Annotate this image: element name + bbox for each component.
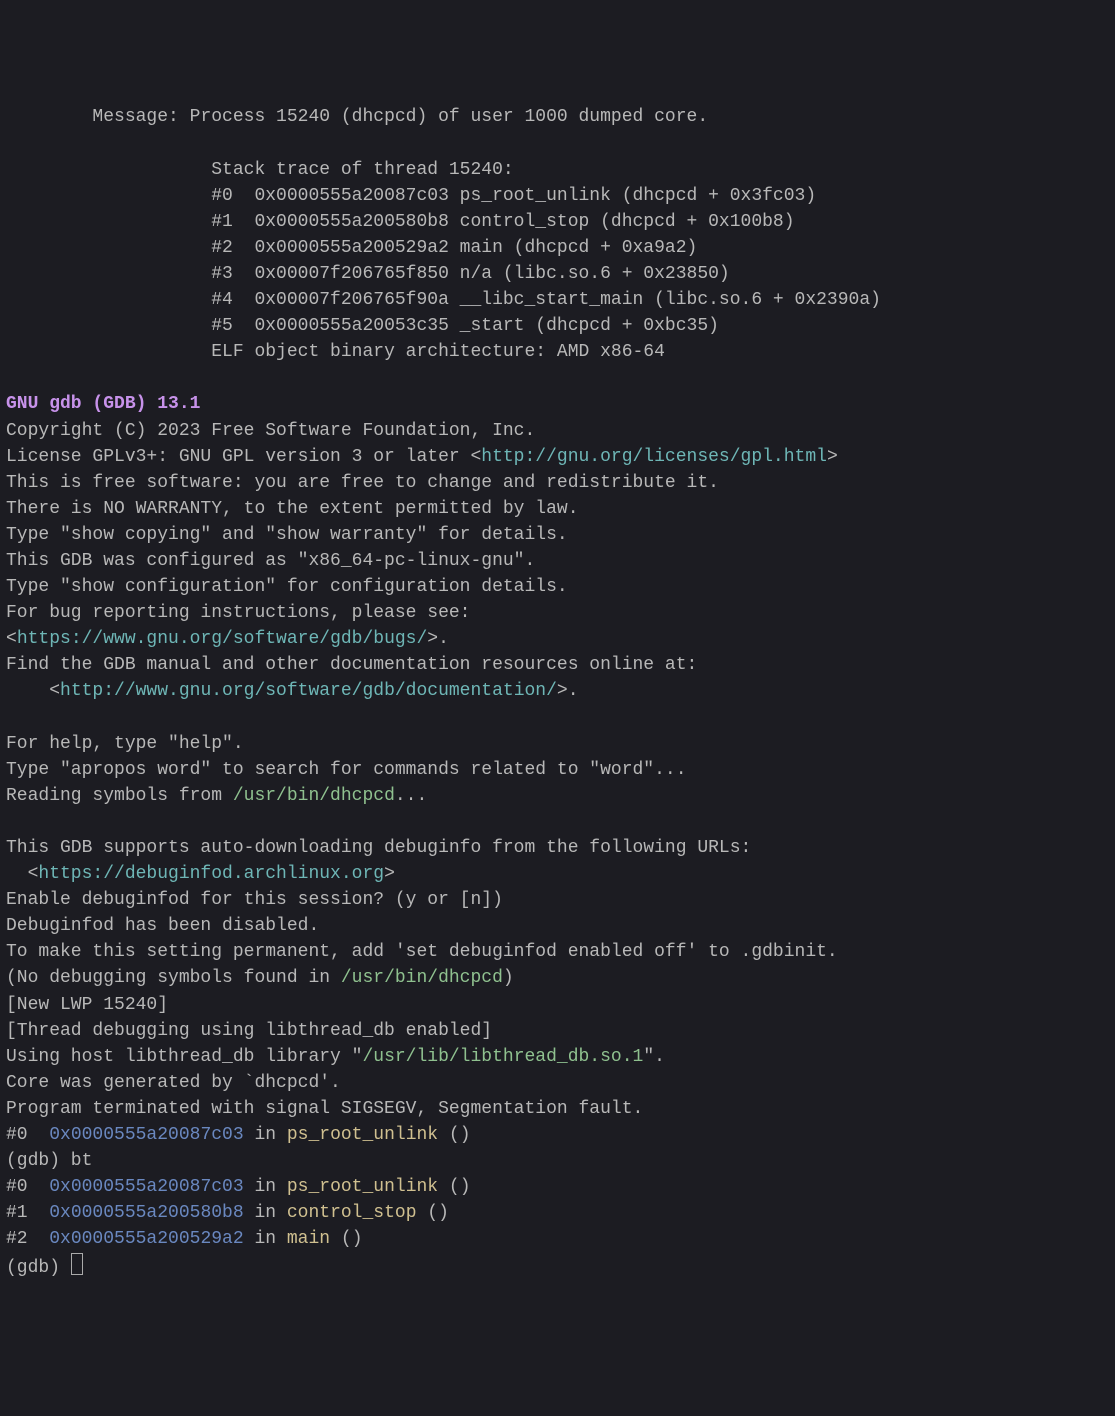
message-line: Message: Process 15240 (dhcpcd) of user … (6, 107, 708, 127)
debuginfod-url: https://debuginfod.archlinux.org (38, 864, 384, 884)
frame-4: #4 0x00007f206765f90a __libc_start_main … (6, 290, 881, 310)
dhcpcd-path: /usr/bin/dhcpcd (233, 786, 395, 806)
cursor-icon (71, 1253, 83, 1275)
bt-line-2: #2 0x0000555a200529a2 in main () (6, 1229, 363, 1249)
terminal-output: Message: Process 15240 (dhcpcd) of user … (0, 104, 1115, 1286)
bugs-url: https://www.gnu.org/software/gdb/bugs/ (17, 629, 427, 649)
bt-line-1: #1 0x0000555a200580b8 in control_stop () (6, 1203, 449, 1223)
pthread-path: /usr/lib/libthread_db.so.1 (362, 1047, 643, 1067)
stack-trace-title: Stack trace of thread 15240: (6, 160, 514, 180)
frame-1: #1 0x0000555a200580b8 control_stop (dhcp… (6, 212, 795, 232)
frame-0: #0 0x0000555a20087c03 ps_root_unlink (dh… (6, 186, 816, 206)
bt-line-initial: #0 0x0000555a20087c03 in ps_root_unlink … (6, 1125, 471, 1145)
doc-url: http://www.gnu.org/software/gdb/document… (60, 681, 557, 701)
gdb-prompt-bt[interactable]: (gdb) bt (6, 1151, 92, 1171)
gpl-url: http://gnu.org/licenses/gpl.html (481, 447, 827, 467)
gdb-body: Copyright (C) 2023 Free Software Foundat… (6, 421, 838, 1278)
frame-3: #3 0x00007f206765f850 n/a (libc.so.6 + 0… (6, 264, 730, 284)
bt-line-0: #0 0x0000555a20087c03 in ps_root_unlink … (6, 1177, 471, 1197)
frame-5: #5 0x0000555a20053c35 _start (dhcpcd + 0… (6, 316, 719, 336)
elf-line: ELF object binary architecture: AMD x86-… (6, 342, 665, 362)
gdb-title: GNU gdb (GDB) 13.1 (6, 394, 200, 414)
dhcpcd-path-2: /usr/bin/dhcpcd (341, 968, 503, 988)
frame-2: #2 0x0000555a200529a2 main (dhcpcd + 0xa… (6, 238, 697, 258)
gdb-prompt[interactable]: (gdb) (6, 1258, 83, 1278)
